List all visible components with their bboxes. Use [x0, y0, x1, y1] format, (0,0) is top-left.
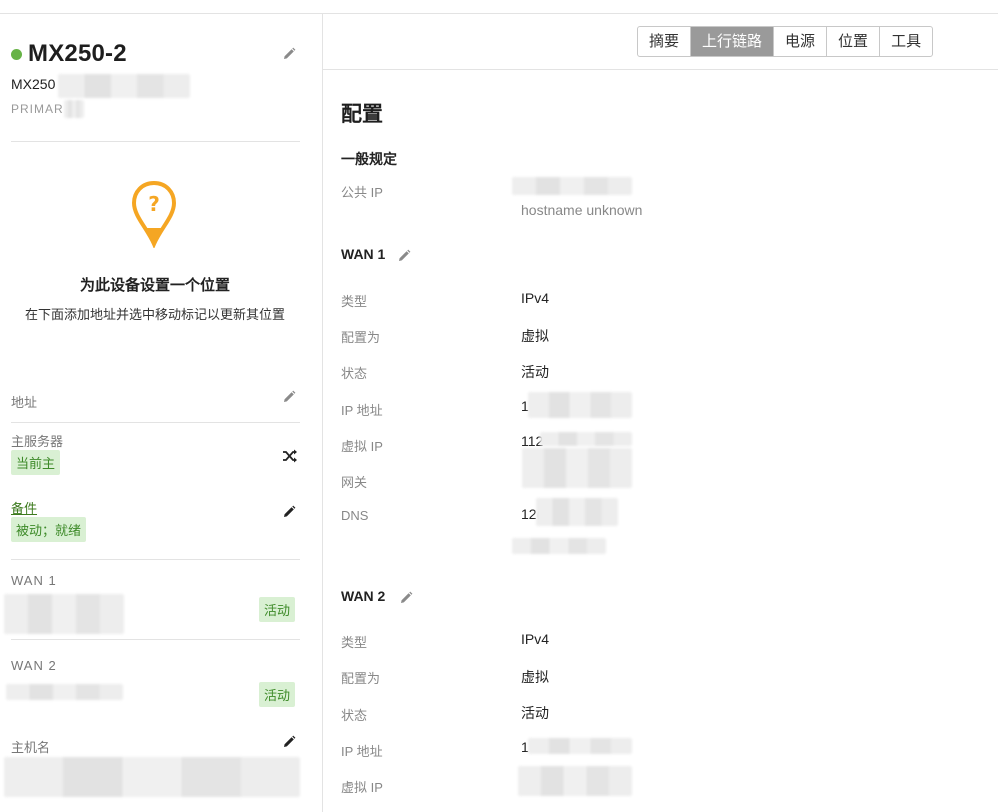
wan1-label: WAN 1: [11, 573, 57, 588]
edit-address-pencil-icon[interactable]: [282, 390, 296, 404]
svg-text:?: ?: [148, 192, 160, 216]
shuffle-icon[interactable]: [282, 448, 298, 464]
uplink-tabs: 摘要 上行链路 电源 位置 工具: [637, 26, 934, 57]
top-bar: [0, 0, 998, 14]
location-title: 为此设备设置一个位置: [79, 277, 230, 294]
edit-wan2-pencil-icon[interactable]: [399, 591, 413, 605]
tab-power[interactable]: 电源: [774, 27, 828, 56]
wan2-status-value: 活动: [521, 705, 549, 721]
wan1-status-label: 状态: [341, 366, 368, 381]
wan2-status-label: 状态: [341, 708, 368, 723]
wan2-vip-label: 虚拟 IP: [341, 780, 383, 795]
redacted-wan2-vip: [518, 766, 632, 796]
config-title: 配置: [341, 103, 383, 126]
location-pin-icon: ?: [131, 180, 177, 248]
wan2-status-badge: 活动: [259, 682, 296, 707]
device-name: MX250-2: [28, 40, 127, 67]
status-dot: [11, 48, 22, 60]
divider: [11, 141, 300, 142]
wan1-type-label: 类型: [341, 294, 368, 309]
tab-tools[interactable]: 工具: [880, 27, 932, 56]
wan1-ip-label: IP 地址: [341, 403, 383, 418]
redacted-wan1-vip: [540, 432, 632, 446]
device-title: MX250-2: [11, 40, 127, 68]
divider: [11, 639, 300, 640]
wan2-title: WAN 2: [341, 588, 386, 604]
edit-hostname-pencil-icon[interactable]: [282, 735, 296, 749]
divider: [323, 69, 998, 70]
general-title: 一般规定: [341, 151, 397, 167]
wan1-dns-label: DNS: [341, 508, 369, 523]
wan2-config-label: 配置为: [341, 671, 381, 686]
wan1-title: WAN 1: [341, 246, 386, 262]
wan1-gateway-label: 网关: [341, 475, 368, 490]
redacted-wan1-ip: [528, 392, 632, 418]
wan1-type-value: IPv4: [521, 290, 550, 306]
wan1-config-value: 虚拟: [521, 328, 549, 344]
tab-location[interactable]: 位置: [827, 27, 881, 56]
spare-link[interactable]: 备件: [11, 498, 37, 517]
device-sidebar: MX250-2 MX250 PRIMAR ? 为此设备设置一个位置 在下面添加地…: [0, 14, 323, 812]
edit-wan1-pencil-icon[interactable]: [397, 249, 411, 263]
wan1-status-value: 活动: [521, 364, 549, 380]
redacted-wan1-gateway: [522, 448, 632, 488]
redacted-serial: [58, 74, 190, 98]
location-description: 在下面添加地址并选中移动标记以更新其位置: [24, 307, 285, 322]
hostname-label: 主机名: [11, 740, 51, 755]
wan1-config-label: 配置为: [341, 330, 381, 345]
public-ip-label: 公共 IP: [341, 185, 383, 200]
redacted-role: [64, 100, 84, 118]
redacted-wan2-ip: [528, 738, 632, 754]
redacted-hostname: [4, 757, 300, 797]
wan2-config-value: 虚拟: [521, 669, 549, 685]
tab-uplinks[interactable]: 上行链路: [691, 27, 775, 56]
wan1-vip-label: 虚拟 IP: [341, 439, 383, 454]
edit-spare-pencil-icon[interactable]: [282, 505, 296, 519]
redacted-public-ip: [512, 177, 632, 195]
redacted-wan1-ip: [4, 594, 124, 634]
redacted-wan1-dns: [536, 498, 618, 526]
primary-status-badge: 当前主: [11, 450, 61, 475]
redacted-wan2-ip: [6, 684, 123, 700]
device-role: PRIMAR: [11, 102, 64, 116]
device-model: MX250: [11, 76, 56, 92]
spare-status-badge: 被动；就绪: [11, 517, 87, 542]
edit-name-pencil-icon[interactable]: [282, 47, 296, 61]
divider: [11, 422, 300, 423]
wan2-type-label: 类型: [341, 635, 368, 650]
primary-label: 主服务器: [11, 434, 64, 449]
redacted-wan1-dns-2: [512, 538, 606, 554]
wan2-type-value: IPv4: [521, 631, 550, 647]
address-label: 地址: [11, 395, 38, 410]
hostname-value: hostname unknown: [521, 202, 643, 218]
wan2-label: WAN 2: [11, 658, 57, 673]
divider: [11, 559, 300, 560]
tab-summary[interactable]: 摘要: [638, 27, 692, 56]
wan2-ip-label: IP 地址: [341, 744, 383, 759]
wan1-status-badge: 活动: [259, 597, 296, 622]
